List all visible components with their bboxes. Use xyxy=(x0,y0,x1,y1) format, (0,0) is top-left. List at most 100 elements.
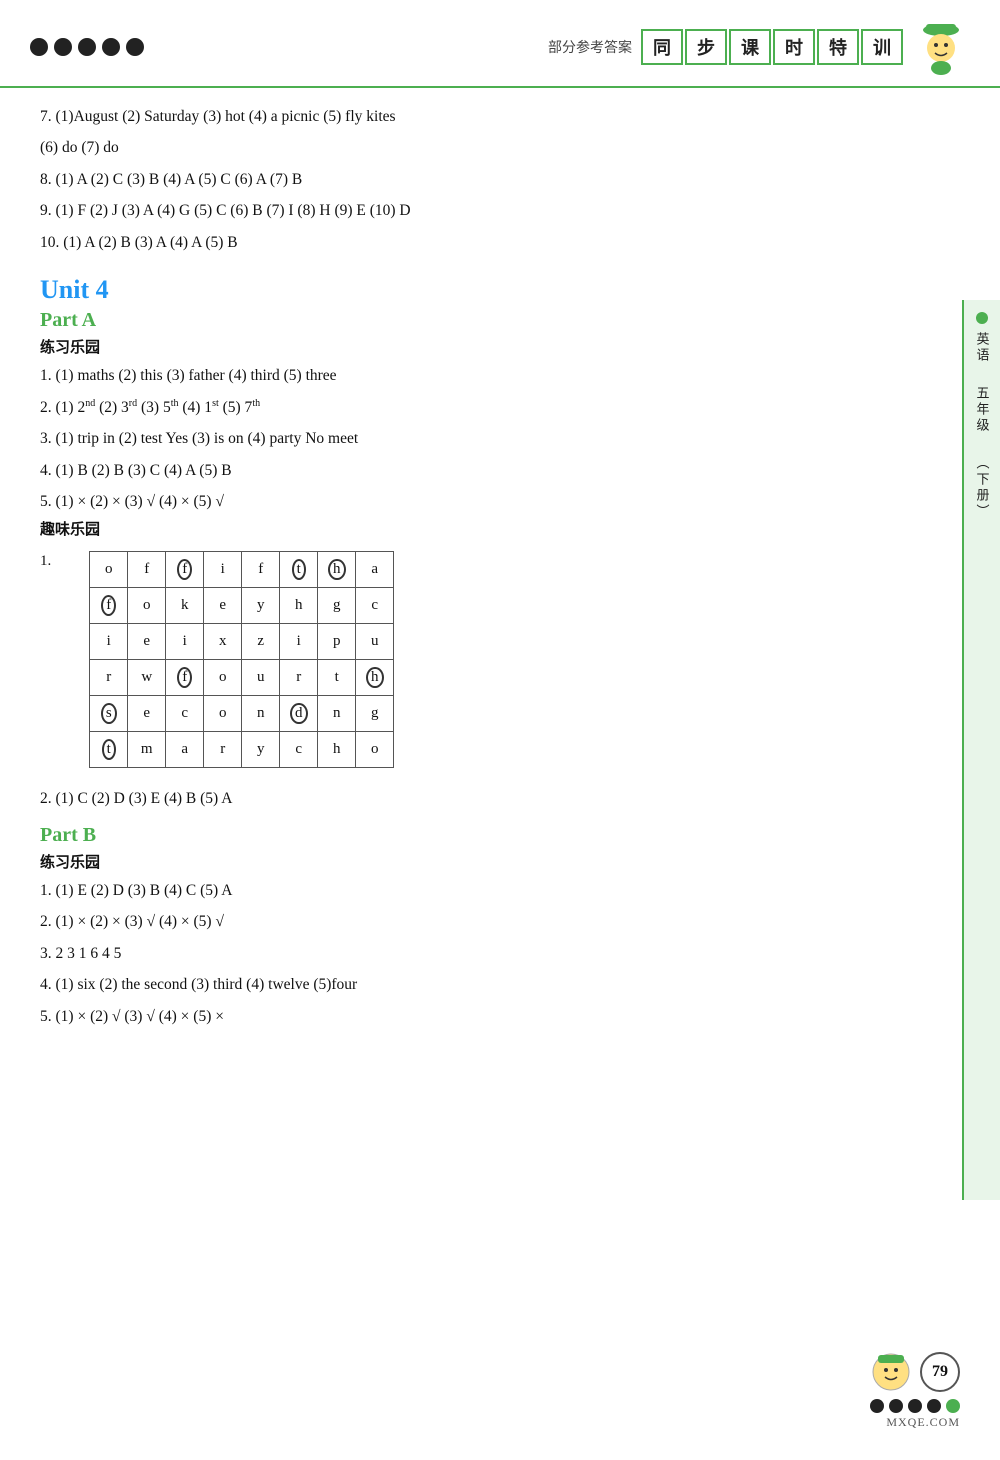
cell-1-4: y xyxy=(242,588,280,624)
oval-f-2: f xyxy=(177,667,192,688)
parta-grid-answer2: 2. (1) C (2) D (3) E (4) B (5) A xyxy=(40,784,960,813)
section-b-title: 练习乐园 xyxy=(40,851,960,872)
cell-2-1: e xyxy=(128,624,166,660)
parta-answer-5: 5. (1) × (2) × (3) √ (4) × (5) √ xyxy=(40,487,960,516)
grid-label: 1. xyxy=(40,553,51,570)
oval-s: s xyxy=(101,703,117,724)
cell-1-2: k xyxy=(166,588,204,624)
hbox-1: 同 xyxy=(641,29,683,65)
cell-2-4: z xyxy=(242,624,280,660)
footer-mascot-icon xyxy=(870,1351,912,1393)
hbox-3: 课 xyxy=(729,29,771,65)
footer-dots xyxy=(870,1399,960,1413)
partb-answer-5: 5. (1) × (2) √ (3) √ (4) × (5) × xyxy=(40,1002,960,1031)
cell-1-3: e xyxy=(204,588,242,624)
cell-5-3: r xyxy=(204,732,242,768)
a2-sup1: nd xyxy=(85,397,95,408)
a2-mid1: (2) 3 xyxy=(95,399,129,416)
header: 部分参考答案 同 步 课 时 特 训 xyxy=(0,0,1000,88)
cell-4-4: n xyxy=(242,696,280,732)
cell-3-5: r xyxy=(280,660,318,696)
unit-title: Unit 4 xyxy=(40,275,960,305)
cell-0-2: f xyxy=(166,552,204,588)
hbox-4: 时 xyxy=(773,29,815,65)
oval-t-5: t xyxy=(102,739,116,760)
cell-2-6: p xyxy=(318,624,356,660)
header-dots-left xyxy=(30,38,144,56)
cell-0-0: o xyxy=(90,552,128,588)
section-2-title: 趣味乐园 xyxy=(40,518,960,539)
sidebar-dot-1 xyxy=(976,312,988,324)
oval-f-1: f xyxy=(101,595,116,616)
cell-4-5: d xyxy=(280,696,318,732)
grid-row-0: o f f i f t h a xyxy=(90,552,394,588)
oval-t: t xyxy=(292,559,306,580)
oval-h-0: h xyxy=(328,559,346,580)
dot-5 xyxy=(126,38,144,56)
cell-1-7: c xyxy=(356,588,394,624)
cell-2-7: u xyxy=(356,624,394,660)
parta-answer-4: 4. (1) B (2) B (3) C (4) A (5) B xyxy=(40,456,960,485)
oval-h-3: h xyxy=(366,667,384,688)
cell-3-2: f xyxy=(166,660,204,696)
answer-9: 9. (1) F (2) J (3) A (4) G (5) C (6) B (… xyxy=(40,196,960,225)
answer-7b: (6) do (7) do xyxy=(40,133,960,162)
sidebar-text-2: 五年级 xyxy=(973,386,992,434)
a2-sup5: th xyxy=(252,397,260,408)
a2-mid3: (4) 1 xyxy=(178,399,212,416)
sidebar-text-3: （下册） xyxy=(973,456,992,520)
grid-row-5: t m a r y c h o xyxy=(90,732,394,768)
main-content: 7. (1)August (2) Saturday (3) hot (4) a … xyxy=(0,88,1000,1053)
cell-4-1: e xyxy=(128,696,166,732)
cell-3-7: h xyxy=(356,660,394,696)
fdot-4 xyxy=(927,1399,941,1413)
hbox-5: 特 xyxy=(817,29,859,65)
cell-3-6: t xyxy=(318,660,356,696)
footer: 79 MXQE.COM xyxy=(0,1351,1000,1430)
hbox-6: 训 xyxy=(861,29,903,65)
fdot-1 xyxy=(870,1399,884,1413)
a2-sup4: st xyxy=(212,397,219,408)
cell-1-0: f xyxy=(90,588,128,624)
cell-4-7: g xyxy=(356,696,394,732)
part-a-title: Part A xyxy=(40,309,960,332)
sidebar-text-1: 英语 xyxy=(973,332,992,364)
dot-1 xyxy=(30,38,48,56)
cell-0-1: f xyxy=(128,552,166,588)
parta-answer-2: 2. (1) 2nd (2) 3rd (3) 5th (4) 1st (5) 7… xyxy=(40,393,960,422)
a2-mid4: (5) 7 xyxy=(219,399,253,416)
cell-2-2: i xyxy=(166,624,204,660)
answer-10: 10. (1) A (2) B (3) A (4) A (5) B xyxy=(40,228,960,257)
partb-answer-4: 4. (1) six (2) the second (3) third (4) … xyxy=(40,970,960,999)
cell-3-4: u xyxy=(242,660,280,696)
answer-7: 7. (1)August (2) Saturday (3) hot (4) a … xyxy=(40,102,960,131)
cell-4-3: o xyxy=(204,696,242,732)
parta-answer-1: 1. (1) maths (2) this (3) father (4) thi… xyxy=(40,361,960,390)
cell-3-3: o xyxy=(204,660,242,696)
cell-0-4: f xyxy=(242,552,280,588)
cell-1-1: o xyxy=(128,588,166,624)
cell-4-0: s xyxy=(90,696,128,732)
cell-5-7: o xyxy=(356,732,394,768)
oval-f: f xyxy=(177,559,192,580)
fdot-3 xyxy=(908,1399,922,1413)
cell-5-2: a xyxy=(166,732,204,768)
page-number: 79 xyxy=(920,1352,960,1392)
partb-answer-3: 3. 2 3 1 6 4 5 xyxy=(40,939,960,968)
cell-4-2: c xyxy=(166,696,204,732)
grid-row-1: f o k e y h g c xyxy=(90,588,394,624)
right-sidebar: 英语 五年级 （下册） xyxy=(962,300,1000,1200)
fdot-2 xyxy=(889,1399,903,1413)
cell-5-5: c xyxy=(280,732,318,768)
dot-4 xyxy=(102,38,120,56)
fdot-5 xyxy=(946,1399,960,1413)
part-b-title: Part B xyxy=(40,824,960,847)
footer-page: 79 xyxy=(870,1351,960,1393)
a2-sup2: rd xyxy=(129,397,137,408)
partb-answer-1: 1. (1) E (2) D (3) B (4) C (5) A xyxy=(40,876,960,905)
mascot-icon xyxy=(912,18,970,76)
cell-2-3: x xyxy=(204,624,242,660)
cell-2-5: i xyxy=(280,624,318,660)
grid-row-3: r w f o u r t h xyxy=(90,660,394,696)
grid-container: 1. o f f i f t h a f o k e y h g c xyxy=(40,543,960,776)
